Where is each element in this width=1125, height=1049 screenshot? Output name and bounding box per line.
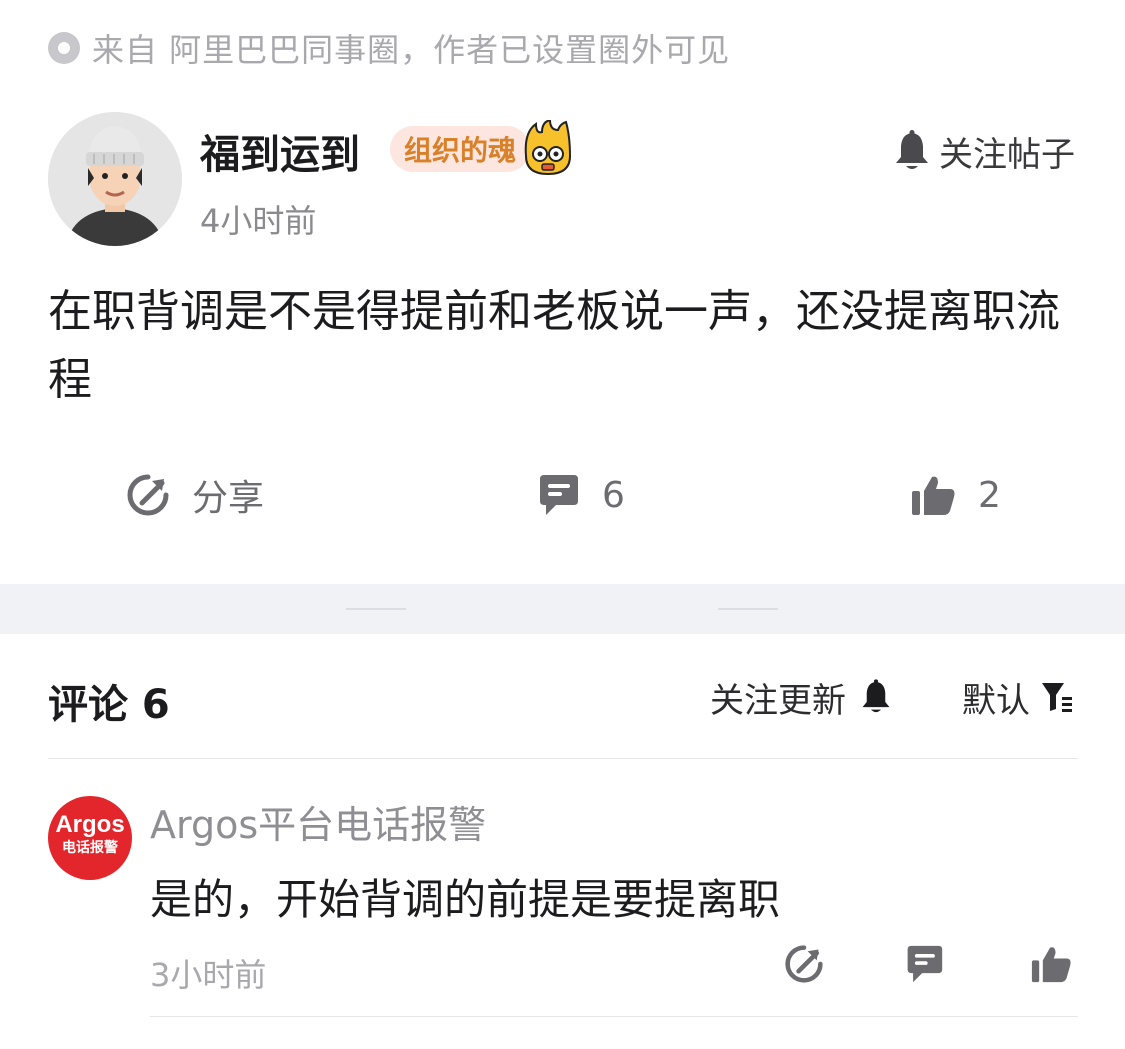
comment-text: 是的，开始背调的前提是要提离职 bbox=[150, 875, 781, 924]
filter-icon bbox=[1042, 683, 1072, 712]
bell-icon bbox=[862, 679, 890, 713]
thumbs-up-icon bbox=[1031, 947, 1071, 983]
comment-reply-button[interactable] bbox=[904, 944, 950, 990]
flame-face-icon bbox=[520, 118, 574, 176]
thumbs-up-icon bbox=[912, 476, 955, 515]
share-icon bbox=[127, 474, 169, 516]
avatar-brand-text: Argos bbox=[55, 811, 125, 838]
comment-icon bbox=[540, 475, 578, 515]
follow-post-label: 关注帖子 bbox=[939, 134, 1075, 175]
like-button[interactable]: 2 bbox=[910, 470, 1001, 520]
like-count: 2 bbox=[978, 474, 1001, 516]
avatar-illustration-icon bbox=[48, 112, 182, 246]
share-label: 分享 bbox=[192, 478, 265, 519]
source-text: 来自 阿里巴巴同事圈，作者已设置圈外可见 bbox=[92, 31, 731, 69]
comment-count: 6 bbox=[602, 474, 625, 516]
comment-share-button[interactable] bbox=[784, 944, 830, 990]
header-divider bbox=[48, 758, 1078, 759]
comment-icon bbox=[907, 945, 943, 983]
sort-label: 默认 bbox=[962, 680, 1030, 721]
section-divider bbox=[0, 584, 1125, 634]
bell-icon bbox=[896, 130, 928, 169]
avatar-sub-text: 电话报警 bbox=[62, 840, 118, 856]
commenter-avatar[interactable]: Argos 电话报警 bbox=[48, 796, 132, 880]
follow-post-button[interactable]: 关注帖子 bbox=[893, 126, 1075, 176]
comment-button[interactable]: 6 bbox=[536, 470, 625, 520]
follow-updates-button[interactable]: 关注更新 bbox=[710, 672, 892, 722]
author-name[interactable]: 福到运到 bbox=[200, 122, 360, 180]
follow-updates-label: 关注更新 bbox=[710, 680, 846, 721]
source-line: 来自 阿里巴巴同事圈，作者已设置圈外可见 bbox=[48, 28, 731, 69]
circle-dot-icon bbox=[48, 32, 80, 64]
share-icon bbox=[785, 945, 823, 983]
author-avatar[interactable] bbox=[48, 112, 182, 246]
author-badge: 组织的魂 bbox=[390, 126, 531, 172]
share-button[interactable]: 分享 bbox=[126, 470, 264, 520]
comment-divider bbox=[150, 1016, 1078, 1017]
commenter-name[interactable]: Argos平台电话报警 bbox=[150, 794, 486, 849]
comments-title: 评论 6 bbox=[48, 682, 170, 728]
comment-time: 3小时前 bbox=[150, 956, 267, 994]
comment-like-button[interactable] bbox=[1030, 944, 1076, 990]
post-time: 4小时前 bbox=[200, 202, 317, 240]
post-content: 在职背调是不是得提前和老板说一声，还没提离职流程 bbox=[48, 286, 1060, 405]
badge-label: 组织的魂 bbox=[404, 134, 517, 167]
sort-dropdown[interactable]: 默认 bbox=[962, 672, 1074, 722]
